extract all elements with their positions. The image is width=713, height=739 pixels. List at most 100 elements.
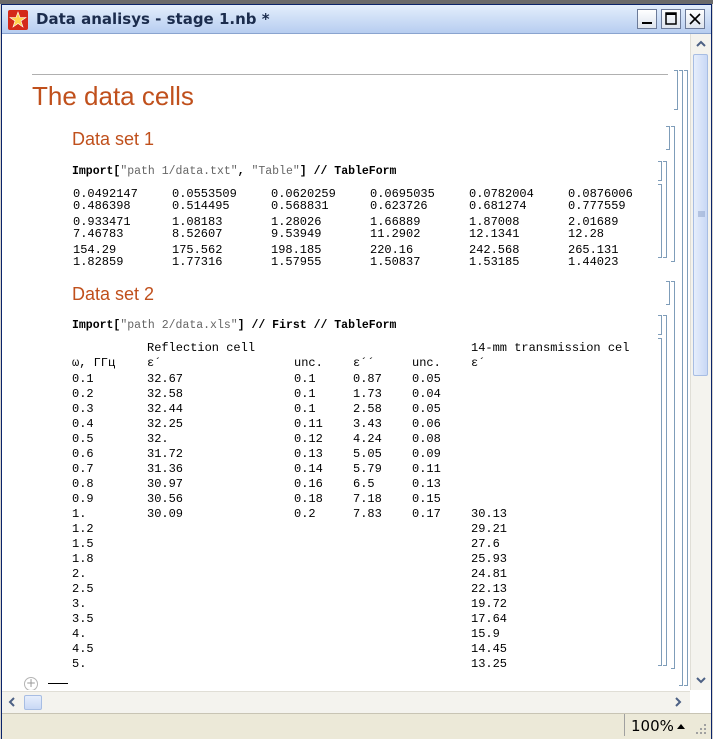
table-cell: 30.13: [471, 507, 508, 521]
zoom-level: 100%: [631, 717, 674, 735]
table-cell: 6.5: [353, 477, 375, 491]
column-header: ε´´: [353, 356, 375, 370]
postfix-function: ] // First // TableForm: [237, 319, 397, 332]
horizontal-scrollbar[interactable]: [2, 691, 690, 713]
table-cell: 2.: [72, 567, 87, 581]
table-cell: 0.18: [294, 492, 323, 506]
scroll-thumb-vertical[interactable]: [693, 54, 708, 376]
table-cell: 8.52607: [172, 227, 223, 241]
table-cell: 0.05: [412, 402, 441, 416]
vertical-scrollbar[interactable]: [690, 34, 711, 690]
subsection-title-2[interactable]: Data set 2: [72, 284, 154, 305]
table-cell: 0.9: [72, 492, 94, 506]
table-cell: 0.681274: [469, 199, 527, 213]
scroll-down-button[interactable]: [691, 670, 711, 690]
cell-bracket[interactable]: [666, 126, 670, 150]
table-cell: 22.13: [471, 582, 508, 596]
scroll-thumb-horizontal[interactable]: [24, 695, 42, 710]
scroll-right-button[interactable]: [668, 692, 688, 712]
resize-grip-icon[interactable]: [694, 722, 708, 736]
status-bar: 100%: [2, 713, 711, 739]
table-cell: 17.64: [471, 612, 508, 626]
window-title: Data analisys - stage 1.nb *: [36, 10, 270, 28]
table-cell: 12.28: [568, 227, 605, 241]
table-cell: 4.5: [72, 642, 94, 656]
triangle-up-icon: [677, 724, 685, 729]
table-cell: 1.8: [72, 552, 94, 566]
group-bracket[interactable]: [671, 126, 675, 262]
table-cell: 5.: [72, 657, 87, 671]
zoom-menu[interactable]: 100%: [624, 714, 690, 736]
chevron-right-icon: [675, 697, 682, 707]
minimize-button[interactable]: [637, 9, 657, 29]
cell-bracket[interactable]: [674, 70, 678, 110]
cell-bracket[interactable]: [658, 315, 662, 335]
close-button[interactable]: [685, 9, 705, 29]
table-cell: 0.623726: [370, 199, 428, 213]
cell-bracket[interactable]: [658, 184, 662, 258]
table-cell: 25.93: [471, 552, 508, 566]
table-cell: 0.8: [72, 477, 94, 491]
section-divider: [32, 74, 668, 75]
table-cell: 1.44023: [568, 255, 619, 269]
table-cell: 0.2: [72, 387, 94, 401]
chevron-up-icon: [696, 40, 706, 47]
table-cell: 4.24: [353, 432, 382, 446]
group-bracket[interactable]: [663, 315, 667, 666]
table-cell: 1.73: [353, 387, 382, 401]
table-cell: 0.11: [412, 462, 441, 476]
table-cell: 32.67: [147, 372, 184, 386]
minimize-icon: [642, 22, 652, 24]
table-cell: 7.46783: [73, 227, 124, 241]
table-cell: 0.14: [294, 462, 323, 476]
title-bar[interactable]: Data analisys - stage 1.nb *: [2, 5, 711, 34]
maximize-button[interactable]: [661, 9, 681, 29]
table-cell: 30.09: [147, 507, 184, 521]
table-cell: 2.58: [353, 402, 382, 416]
cell-bracket[interactable]: [666, 281, 670, 305]
table-cell: 30.97: [147, 477, 184, 491]
table-cell: 5.79: [353, 462, 382, 476]
table-cell: 7.18: [353, 492, 382, 506]
section-title[interactable]: The data cells: [32, 81, 194, 112]
table-cell: 31.36: [147, 462, 184, 476]
scroll-left-button[interactable]: [2, 692, 22, 712]
table-cell: 32.44: [147, 402, 184, 416]
notebook-content[interactable]: The data cells Data set 1 Import["path 1…: [2, 34, 690, 690]
table-cell: 13.25: [471, 657, 508, 671]
close-icon: [689, 13, 701, 25]
table-cell: 0.08: [412, 432, 441, 446]
table-cell: 15.9: [471, 627, 500, 641]
table-cell: 3.43: [353, 417, 382, 431]
add-cell-button[interactable]: +: [24, 677, 38, 690]
table-cell: 3.5: [72, 612, 94, 626]
table-cell: 9.53949: [271, 227, 322, 241]
column-header: ε´: [147, 356, 162, 370]
group-bracket[interactable]: [679, 70, 683, 686]
table-cell: 0.11: [294, 417, 323, 431]
cell-bracket[interactable]: [658, 338, 662, 666]
table-cell: 31.72: [147, 447, 184, 461]
path-string: "path 2/data.xls": [120, 319, 238, 332]
table-cell: 0.6: [72, 447, 94, 461]
table-cell: 5.05: [353, 447, 382, 461]
table-cell: 1.50837: [370, 255, 421, 269]
table-cell: 0.12: [294, 432, 323, 446]
input-cell-2[interactable]: Import["path 2/data.xls"] // First // Ta…: [72, 319, 396, 332]
table-cell: 32.: [147, 432, 169, 446]
group-bracket[interactable]: [684, 70, 688, 686]
table-cell: 29.21: [471, 522, 508, 536]
cell-bracket[interactable]: [658, 161, 662, 181]
input-cell-1[interactable]: Import["path 1/data.txt", "Table"] // Ta…: [72, 165, 396, 178]
scroll-up-button[interactable]: [691, 34, 711, 54]
path-string: "path 1/data.txt": [120, 165, 238, 178]
import-function: Import: [72, 319, 114, 332]
table-cell: 32.25: [147, 417, 184, 431]
table-cell: 14.45: [471, 642, 508, 656]
table-cell: 0.7: [72, 462, 94, 476]
group-bracket[interactable]: [671, 281, 675, 669]
format-string: "Table": [251, 165, 300, 178]
table-cell: 1.53185: [469, 255, 520, 269]
group-bracket[interactable]: [663, 161, 667, 258]
subsection-title-1[interactable]: Data set 1: [72, 129, 154, 150]
